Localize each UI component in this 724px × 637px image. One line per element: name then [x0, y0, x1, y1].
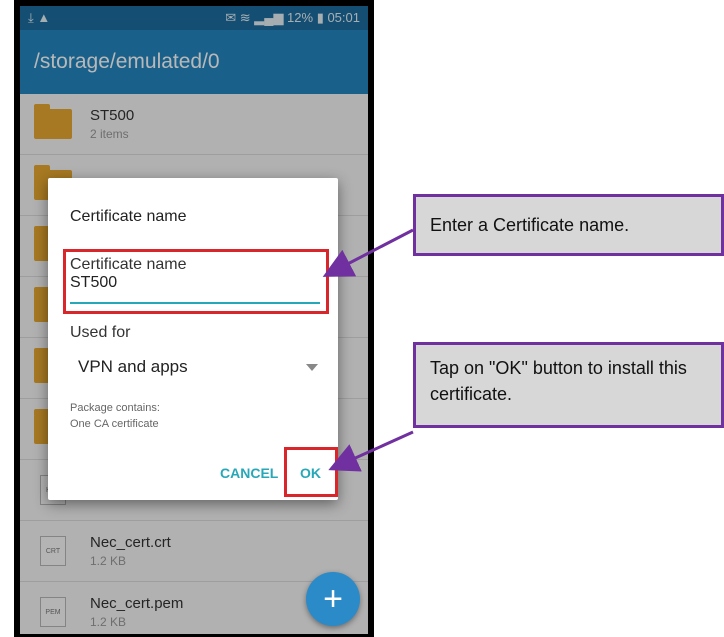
- arrow-to-name-field: [322, 228, 414, 277]
- arrow-to-ok-button: [328, 430, 414, 472]
- callout-arrows: [322, 228, 414, 472]
